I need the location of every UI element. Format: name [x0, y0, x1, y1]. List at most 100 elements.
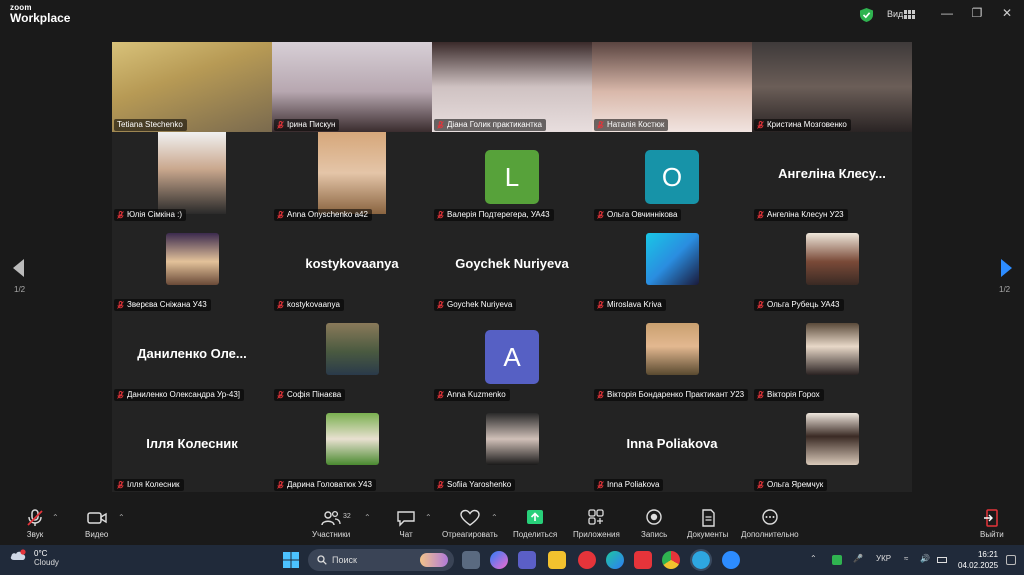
youtube-icon[interactable] [634, 551, 652, 569]
participant-tile[interactable]: Ольга Рубець УА43 [752, 222, 912, 312]
mic-muted-icon [117, 391, 124, 399]
participant-tile[interactable]: kostykovaanya kostykovaanya [272, 222, 432, 312]
participant-name: Зверєва Сніжана У43 [127, 300, 207, 309]
mic-muted-icon [757, 301, 764, 309]
participant-tile[interactable]: Софія Пінаєва [272, 312, 432, 402]
participant-name-label: Anna Onyschenko a42 [274, 209, 372, 221]
participant-tile[interactable]: Наталія Костюк [592, 42, 752, 132]
participants-caret-icon[interactable]: ⌃ [364, 513, 371, 522]
participant-tile[interactable]: A Anna Kuzmenko [432, 312, 592, 402]
participant-video [318, 132, 386, 214]
audio-caret-icon[interactable]: ⌃ [52, 513, 59, 522]
participant-tile[interactable]: L Валерія Подтерегера, УА43 [432, 132, 592, 222]
participant-video [646, 323, 699, 375]
wifi-icon[interactable]: ≈ [904, 554, 908, 563]
video-caret-icon[interactable]: ⌃ [118, 513, 125, 522]
edge-icon[interactable] [606, 551, 624, 569]
record-button[interactable]: Запись [641, 509, 667, 539]
chrome-icon[interactable] [662, 551, 680, 569]
participant-name-label: Дарина Головатюк У43 [274, 479, 376, 491]
leave-button[interactable]: Выйти [980, 509, 1004, 539]
notifications-icon[interactable] [1006, 555, 1016, 565]
taskbar-clock[interactable]: 16:21 04.02.2025 [958, 549, 998, 571]
participant-tile[interactable]: Зверєва Сніжана У43 [112, 222, 272, 312]
tray-app-icon[interactable] [832, 555, 842, 565]
mic-muted-icon [117, 301, 124, 309]
participant-tile[interactable]: Вікторія Горох [752, 312, 912, 402]
participant-name: Miroslava Kriva [607, 300, 662, 309]
participant-video [166, 233, 219, 285]
participant-tile[interactable]: Anna Onyschenko a42 [272, 132, 432, 222]
task-view-icon[interactable] [462, 551, 480, 569]
participant-display-name: Goychek Nuriyeva [455, 256, 569, 271]
more-button[interactable]: Дополнительно [741, 509, 799, 539]
participant-tile[interactable]: Кристина Мозговенко [752, 42, 912, 132]
chat-button[interactable]: Чат [395, 509, 417, 539]
taskbar-search[interactable]: Поиск [308, 549, 454, 571]
audio-button[interactable]: Звук [24, 509, 46, 539]
participant-name: Ілля Колесник [127, 480, 180, 489]
participant-video [326, 323, 379, 375]
participant-tile[interactable]: Miroslava Kriva [592, 222, 752, 312]
participant-name: Вікторія Горох [767, 390, 820, 399]
cloud-icon [10, 549, 26, 560]
chat-icon [397, 511, 415, 527]
participant-name-label: Наталія Костюк [594, 119, 669, 131]
weather-widget[interactable]: 0°C Cloudy [34, 549, 59, 567]
chat-caret-icon[interactable]: ⌃ [425, 513, 432, 522]
chat-label: Чат [399, 530, 413, 539]
participant-tile[interactable]: Inna Poliakova Inna Poliakova [592, 402, 752, 492]
participant-tile[interactable]: Ірина Пискун [272, 42, 432, 132]
participant-video [326, 413, 379, 465]
minimize-icon[interactable]: — [938, 6, 956, 20]
shield-icon[interactable] [860, 8, 873, 22]
participant-tile[interactable]: O Ольга Овчиннікова [592, 132, 752, 222]
react-caret-icon[interactable]: ⌃ [491, 513, 498, 522]
volume-icon[interactable]: 🔊 [920, 554, 930, 563]
windows-start-icon[interactable] [283, 552, 299, 568]
file-explorer-icon[interactable] [548, 551, 566, 569]
battery-icon[interactable] [937, 557, 947, 563]
participant-tile[interactable]: Tetiana Stechenko [112, 42, 272, 132]
apps-label: Приложения [573, 530, 620, 539]
keyboard-language[interactable]: УКР [876, 554, 891, 563]
mic-muted-icon [597, 301, 604, 309]
participant-tile[interactable]: Даниленко Оле... Даниленко Олександра Ур-… [112, 312, 272, 402]
view-button[interactable]: Вид [887, 9, 903, 19]
mic-muted-icon [277, 391, 284, 399]
participant-tile[interactable]: Ілля Колесник Ілля Колесник [112, 402, 272, 492]
participant-tile[interactable]: Дарина Головатюк У43 [272, 402, 432, 492]
search-highlight-icon [420, 553, 448, 567]
share-button[interactable]: Поделиться [513, 509, 557, 539]
record-label: Запись [641, 530, 668, 539]
react-label: Отреагировать [442, 530, 498, 539]
telegram-icon[interactable] [690, 549, 712, 571]
mic-muted-icon [27, 509, 43, 526]
mic-muted-icon [277, 211, 284, 219]
react-button[interactable]: Отреагировать [442, 509, 498, 539]
restore-icon[interactable]: ❐ [968, 6, 986, 20]
participant-tile[interactable]: Юлія Сімкіна :) [112, 132, 272, 222]
leave-label: Выйти [980, 530, 1004, 539]
microphone-icon[interactable]: 🎤 [853, 554, 863, 563]
close-icon[interactable]: ✕ [998, 6, 1016, 20]
participant-tile[interactable]: Ольга Яремчук [752, 402, 912, 492]
copilot-icon[interactable] [490, 551, 508, 569]
participant-tile[interactable]: Ангеліна Клесу... Ангеліна Клесун У23 [752, 132, 912, 222]
tray-chevron-icon[interactable]: ⌃ [810, 554, 817, 563]
teams-icon[interactable] [518, 551, 536, 569]
video-button[interactable]: Видео [85, 509, 108, 539]
docs-button[interactable]: Документы [687, 509, 728, 539]
grid-icon[interactable] [904, 10, 915, 19]
prev-page-icon[interactable] [11, 258, 27, 278]
next-page-icon[interactable] [998, 258, 1014, 278]
participant-name: Ірина Пискун [287, 120, 336, 129]
apps-button[interactable]: Приложения [573, 509, 620, 539]
participant-tile[interactable]: Вікторія Бондаренко Практикант У23 [592, 312, 752, 402]
participant-tile[interactable]: Sofiia Yaroshenko [432, 402, 592, 492]
participant-tile[interactable]: Goychek Nuriyeva Goychek Nuriyeva [432, 222, 592, 312]
opera-icon[interactable] [578, 551, 596, 569]
zoom-taskbar-icon[interactable] [722, 551, 740, 569]
participant-tile[interactable]: Діана Голик практикантка [432, 42, 592, 132]
mic-muted-icon [437, 211, 444, 219]
